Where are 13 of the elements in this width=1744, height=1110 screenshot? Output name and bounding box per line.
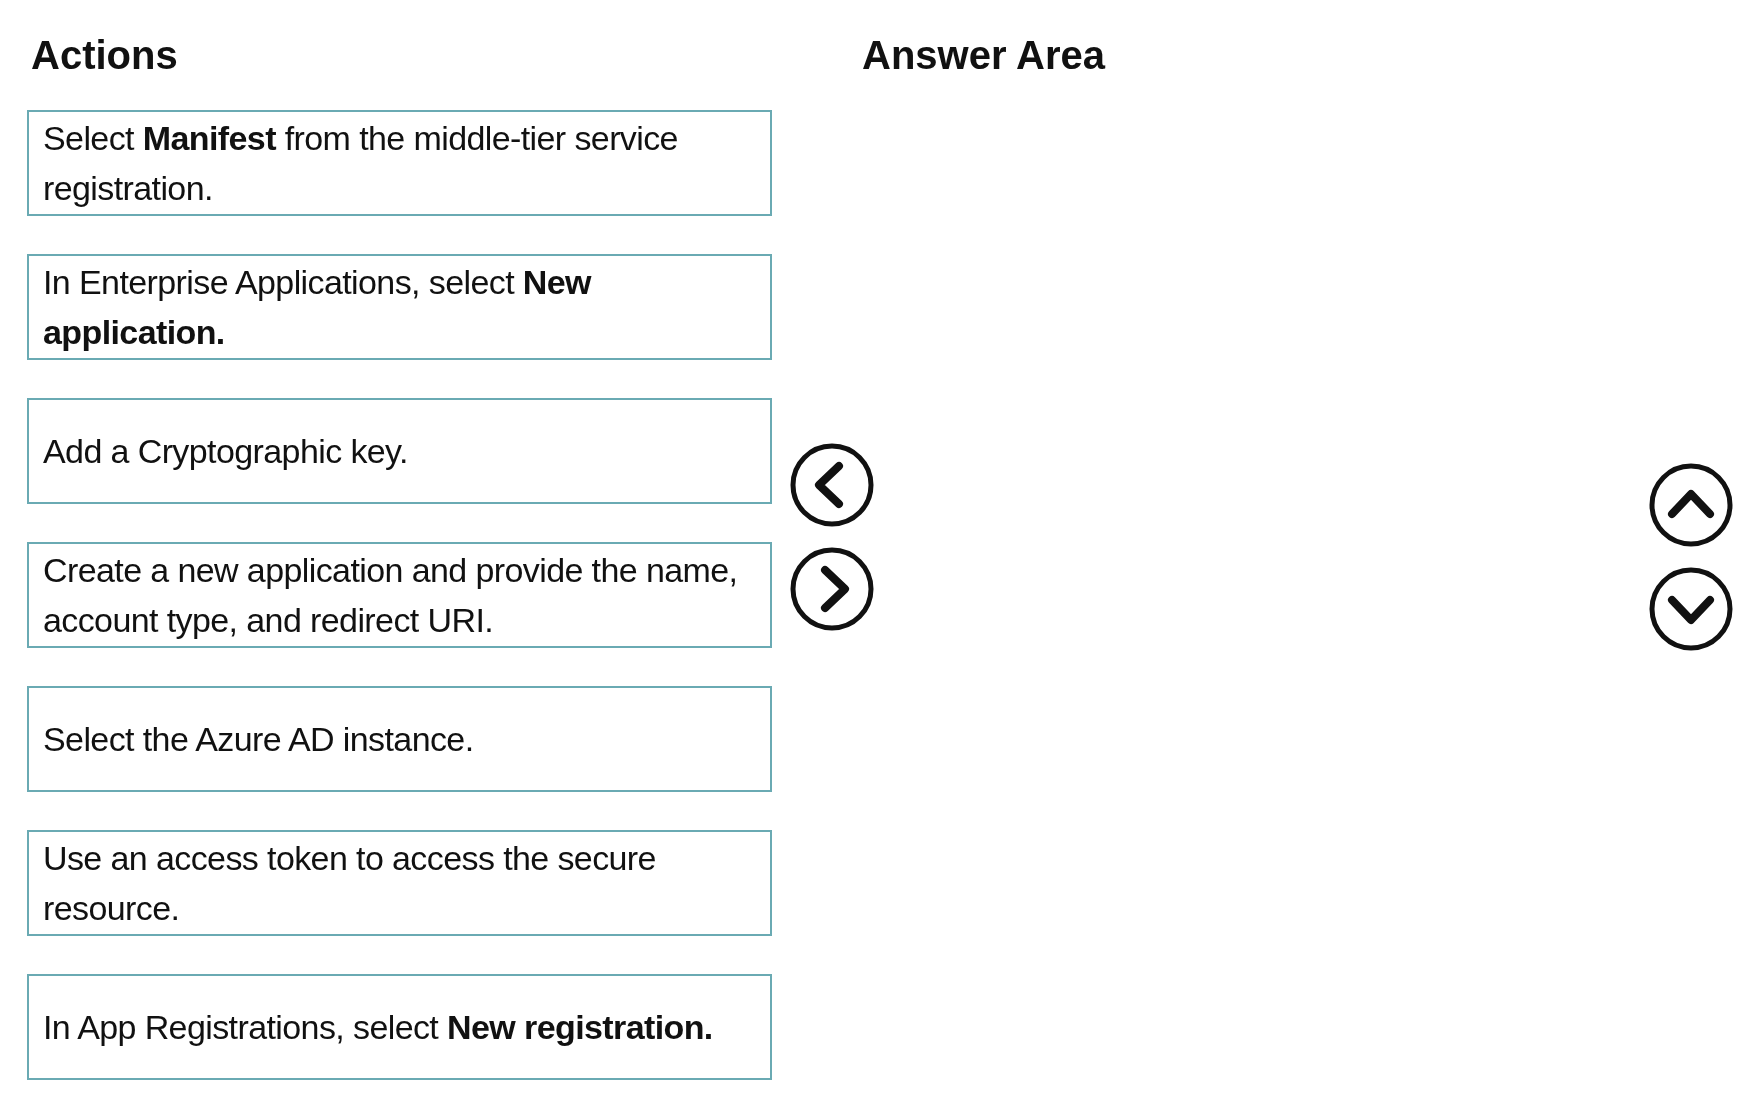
actions-heading: Actions xyxy=(31,31,179,79)
move-right-button[interactable] xyxy=(789,546,875,632)
action-item[interactable]: Add a Cryptographic key. xyxy=(27,398,772,504)
action-item[interactable]: Select the Azure AD instance. xyxy=(27,686,772,792)
action-item[interactable]: Use an access token to access the secure resource. xyxy=(27,830,772,936)
action-item[interactable]: Create a new application and provide the name, account type, and redirect URI. xyxy=(27,542,772,648)
move-up-button[interactable] xyxy=(1648,462,1734,548)
answer-area-heading: Answer Area xyxy=(862,31,1107,79)
move-left-button[interactable] xyxy=(789,442,875,528)
move-down-button[interactable] xyxy=(1648,566,1734,652)
action-item[interactable]: In App Registrations, select New registration. xyxy=(27,974,772,1080)
action-item[interactable]: In Enterprise Applications, select New application. xyxy=(27,254,772,360)
action-item[interactable]: Select Manifest from the middle-tier service registration. xyxy=(27,110,772,216)
